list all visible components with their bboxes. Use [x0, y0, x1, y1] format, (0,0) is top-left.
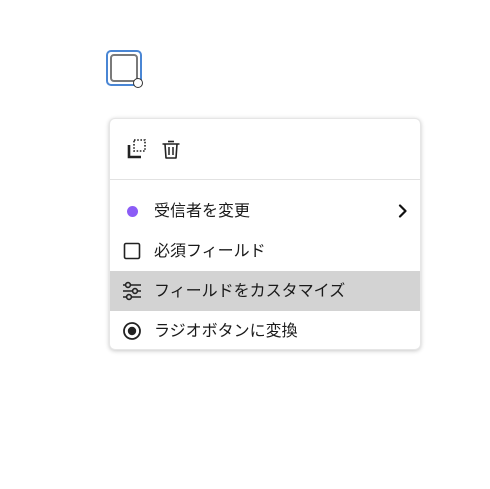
menu-item-customize-field[interactable]: フィールドをカスタマイズ — [110, 271, 420, 311]
menu-item-label: 受信者を変更 — [154, 201, 251, 220]
menu-toolbar — [110, 119, 420, 180]
chevron-right-icon — [396, 201, 410, 221]
menu-item-label: 必須フィールド — [154, 241, 266, 260]
duplicate-button[interactable] — [124, 136, 150, 162]
trash-icon — [162, 140, 180, 159]
menu-item-required-field[interactable]: 必須フィールド — [110, 231, 420, 271]
menu-item-label: フィールドをカスタマイズ — [154, 281, 346, 300]
duplicate-icon — [127, 139, 146, 159]
sliders-icon — [122, 281, 142, 301]
menu-items: 受信者を変更 必須フィールド フィールドをカスタマイズ ラジオボタンに変換 — [110, 180, 420, 349]
checkbox-field[interactable] — [106, 50, 143, 88]
document-canvas: 受信者を変更 必須フィールド フィールドをカスタマイズ ラジオボタンに変換 — [0, 0, 490, 489]
radio-icon — [122, 321, 142, 341]
resize-handle[interactable] — [133, 78, 143, 88]
menu-item-label: ラジオボタンに変換 — [154, 321, 298, 340]
field-context-menu: 受信者を変更 必須フィールド フィールドをカスタマイズ ラジオボタンに変換 — [109, 118, 421, 350]
checkbox-box — [110, 54, 138, 82]
recipient-dot-icon — [122, 201, 142, 221]
menu-item-convert-radio[interactable]: ラジオボタンに変換 — [110, 311, 420, 349]
recipient-color-dot — [126, 205, 138, 217]
menu-item-change-recipient[interactable]: 受信者を変更 — [110, 191, 420, 231]
delete-button[interactable] — [158, 136, 184, 162]
checkbox-icon[interactable] — [122, 241, 142, 261]
